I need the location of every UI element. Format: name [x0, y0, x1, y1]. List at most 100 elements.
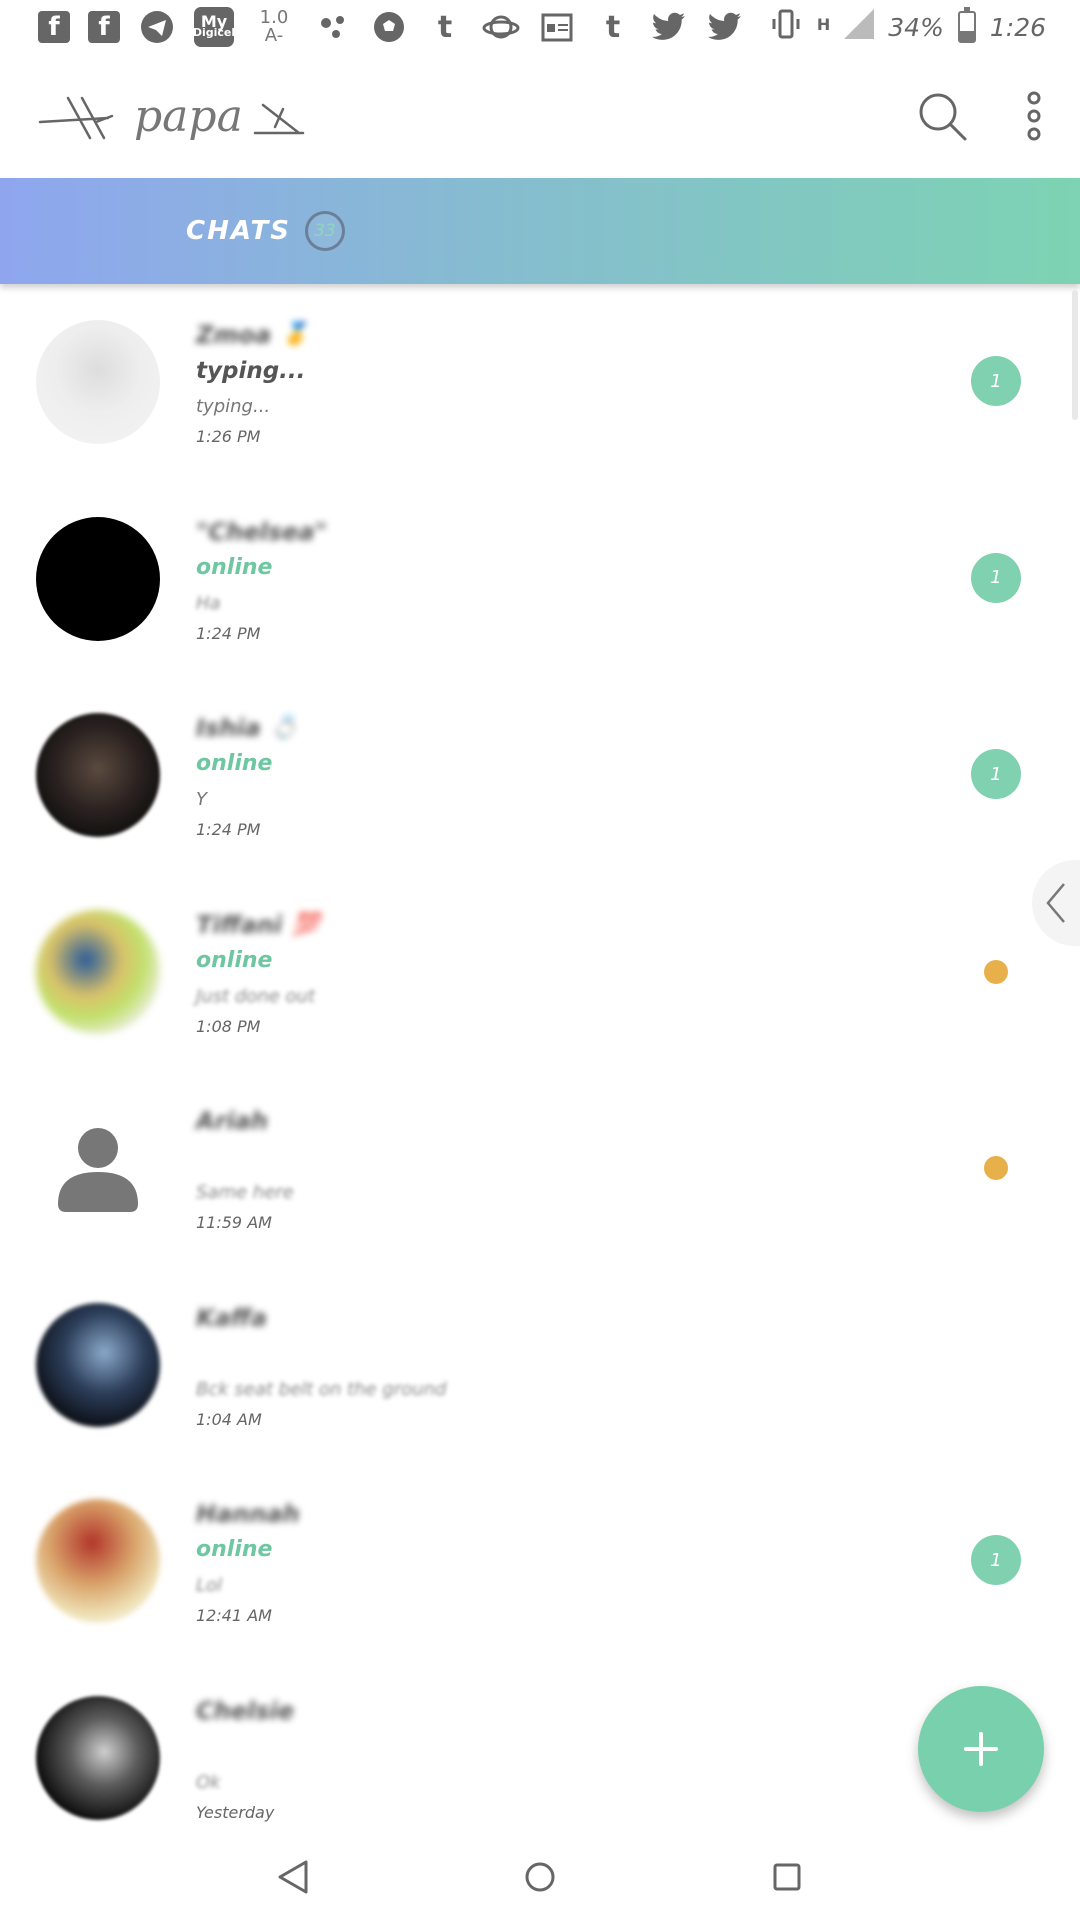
- chat-text: Hannah online Lol 12:41 AM: [196, 1497, 896, 1629]
- tab-label: CHATS: [186, 216, 291, 246]
- name-emoji: 💯: [292, 911, 320, 937]
- avatar[interactable]: [36, 1302, 160, 1427]
- contact-name-text: Chelsie: [196, 1696, 294, 1725]
- avatar[interactable]: [36, 713, 160, 837]
- chevron-left-icon: [1046, 883, 1065, 923]
- contact-name-text: "Chelsea": [196, 517, 327, 546]
- chat-text: Ishia 💍 online Y 1:24 PM: [196, 711, 896, 843]
- tumblr-icon: t: [437, 9, 453, 45]
- presence-status: online: [196, 751, 273, 776]
- avatar[interactable]: [36, 1695, 160, 1820]
- presence-status: [196, 1138, 896, 1176]
- overflow-menu-button[interactable]: [1026, 90, 1042, 142]
- contact-name-text: Tiffani: [196, 910, 283, 939]
- recents-icon: [773, 1863, 801, 1891]
- chat-text: Tiffani 💯 online Just done out 1:08 PM: [196, 908, 896, 1040]
- last-message-preview: Ha: [196, 592, 221, 614]
- name-emoji: 💍: [270, 715, 299, 740]
- tumblr-icon: t: [605, 9, 621, 45]
- planet-icon: [482, 8, 520, 46]
- tab-bar: CHATS 33: [0, 178, 1080, 284]
- unread-count-badge: 1: [971, 1535, 1021, 1585]
- name-emoji: 🥇: [281, 322, 309, 347]
- arrow-logo-icon: [38, 96, 114, 140]
- contact-name: Ariah: [196, 1104, 896, 1138]
- presence-status: online: [196, 1537, 273, 1562]
- back-button[interactable]: [263, 1847, 323, 1907]
- facebook-icon: f: [88, 11, 120, 43]
- unread-count-badge: 1: [971, 749, 1021, 799]
- chat-app-screen: f f My Digicel 1.0 A- t t H 34% 1:26 pap…: [0, 0, 1080, 1920]
- contact-name: Kaffa: [196, 1301, 896, 1335]
- system-nav-bar: [0, 1834, 1080, 1920]
- chat-text: Zmoa 🥇 typing... typing... 1:26 PM: [196, 318, 896, 450]
- recents-button[interactable]: [757, 1847, 817, 1907]
- speed-unit: A-: [264, 25, 284, 46]
- twitter-icon: [650, 8, 688, 46]
- person-placeholder-icon: [58, 1128, 138, 1212]
- my-digicel-bottom-text: Digicel: [192, 26, 236, 39]
- app-logo: papa: [38, 88, 307, 144]
- battery-icon: [957, 7, 976, 43]
- more-vert-icon: [1027, 91, 1041, 141]
- message-time: 1:24 PM: [196, 820, 261, 839]
- message-time: Yesterday: [196, 1802, 275, 1822]
- last-message-preview: Ok: [196, 1771, 221, 1793]
- my-digicel-icon: My Digicel: [192, 7, 236, 47]
- contact-name: Chelsie: [196, 1694, 896, 1728]
- home-icon: [525, 1862, 555, 1892]
- contact-name-text: Hannah: [196, 1500, 300, 1528]
- message-time: 1:04 AM: [196, 1409, 262, 1429]
- back-icon: [278, 1860, 308, 1894]
- tab-chats[interactable]: CHATS 33: [186, 211, 345, 251]
- arrow-icon: [253, 103, 305, 135]
- chat-text: Ariah Same here 11:59 AM: [196, 1104, 896, 1236]
- chat-list: Zmoa 🥇 typing... typing... 1:26 PM 1 "Chelsea"…: [0, 284, 1080, 1856]
- presence-status: online: [196, 554, 273, 580]
- chat-row[interactable]: Hannah online Lol 12:41 AM 1: [0, 1463, 1080, 1660]
- pending-dot: [984, 1156, 1008, 1180]
- chat-row[interactable]: Ariah Same here 11:59 AM: [0, 1070, 1080, 1267]
- network-type: H: [816, 15, 831, 34]
- chat-row[interactable]: Tiffani 💯 online Just done out 1:08 PM: [0, 874, 1080, 1071]
- avatar[interactable]: [36, 1106, 160, 1230]
- avatar[interactable]: [36, 909, 160, 1034]
- notification-icons: f f My Digicel 1.0 A- t t: [38, 7, 744, 47]
- message-time: 1:24 PM: [196, 623, 261, 643]
- new-chat-button[interactable]: [918, 1686, 1044, 1812]
- avatar[interactable]: [36, 516, 160, 641]
- last-message-preview: Bck seat belt on the ground: [196, 1378, 447, 1400]
- chat-row[interactable]: "Chelsea" online Ha 1:24 PM 1: [0, 481, 1080, 678]
- app-title: papa: [134, 90, 243, 142]
- contact-name: "Chelsea": [196, 515, 896, 549]
- status-bar: f f My Digicel 1.0 A- t t H 34% 1:26: [0, 0, 1080, 54]
- presence-status: [196, 1335, 896, 1373]
- telegram-icon: [138, 8, 176, 46]
- last-message-preview: Lol: [196, 1575, 223, 1596]
- chat-row[interactable]: Zmoa 🥇 typing... typing... 1:26 PM 1: [0, 284, 1080, 481]
- chat-row[interactable]: Kaffa Bck seat belt on the ground 1:04 AM: [0, 1267, 1080, 1464]
- contact-name: Hannah: [196, 1497, 896, 1531]
- search-icon: [919, 93, 967, 141]
- chat-row[interactable]: Ishia 💍 online Y 1:24 PM 1: [0, 677, 1080, 874]
- signal-icon: [844, 9, 875, 45]
- contact-name-text: Ishia: [196, 714, 261, 742]
- system-status: H 34% 1:26: [769, 7, 1046, 47]
- search-button[interactable]: [916, 90, 968, 142]
- contact-name-text: Zmoa: [196, 321, 272, 349]
- avatar[interactable]: [36, 320, 160, 444]
- home-button[interactable]: [510, 1847, 570, 1907]
- contact-name-text: Ariah: [196, 1107, 268, 1135]
- avatar[interactable]: [36, 1499, 160, 1623]
- chat-text: "Chelsea" online Ha 1:24 PM: [196, 515, 896, 647]
- app-bar-actions: [916, 90, 1042, 142]
- data-speed-indicator: 1.0 A-: [252, 8, 296, 46]
- message-time: 1:08 PM: [196, 1016, 261, 1036]
- last-message-preview: Just done out: [196, 985, 315, 1007]
- message-time: 1:26 PM: [196, 427, 261, 446]
- app-bar: papa: [0, 54, 1080, 178]
- last-message-preview: typing...: [196, 396, 271, 417]
- clock: 1:26: [989, 12, 1046, 42]
- dots-icon: [314, 8, 352, 46]
- tab-count-badge: 33: [304, 211, 345, 251]
